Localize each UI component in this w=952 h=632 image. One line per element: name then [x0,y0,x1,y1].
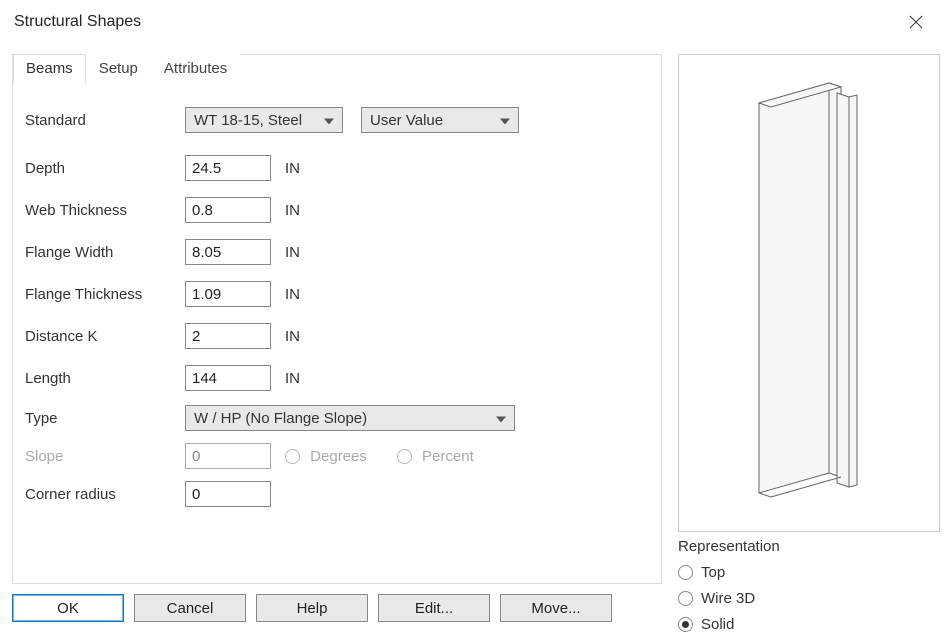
chevron-down-icon [496,410,506,427]
unit-distance-k: IN [285,328,325,345]
unit-length: IN [285,370,325,387]
radio-label-degrees: Degrees [310,448,367,465]
radio-solid[interactable] [678,617,693,632]
slope-unit-radio-group: Degrees Percent [285,448,474,465]
representation-title: Representation [678,538,940,555]
label-depth: Depth [25,160,185,177]
radio-percent [397,449,412,464]
edit-button[interactable]: Edit... [378,594,490,622]
title-bar: Structural Shapes [0,0,952,44]
label-type: Type [25,410,185,427]
preview-box [678,54,940,532]
unit-depth: IN [285,160,325,177]
row-standard: Standard WT 18-15, Steel User Value [25,99,649,141]
row-slope: Slope Degrees Percent [25,437,649,475]
radio-label-percent: Percent [422,448,474,465]
cancel-button[interactable]: Cancel [134,594,246,622]
row-length: Length IN [25,357,649,399]
label-distance-k: Distance K [25,328,185,345]
label-corner-radius: Corner radius [25,486,185,503]
row-depth: Depth IN [25,147,649,189]
label-length: Length [25,370,185,387]
label-slope: Slope [25,448,185,465]
input-distance-k[interactable] [185,323,271,349]
chevron-down-icon [500,112,510,129]
left-panel: Beams Setup Attributes Standard WT 18-15… [12,54,662,584]
row-corner-radius: Corner radius [25,475,649,513]
input-flange-thickness[interactable] [185,281,271,307]
chevron-down-icon [324,112,334,129]
beam-preview-icon [729,73,889,513]
rep-option-solid[interactable]: Solid [678,611,940,632]
radio-label-wire3d: Wire 3D [701,590,755,607]
row-flange-thickness: Flange Thickness IN [25,273,649,315]
row-type: Type W / HP (No Flange Slope) [25,399,649,437]
tab-beams[interactable]: Beams [13,54,86,84]
tab-attributes[interactable]: Attributes [151,54,240,84]
input-slope [185,443,271,469]
label-flange-width: Flange Width [25,244,185,261]
unit-flange-thickness: IN [285,286,325,303]
radio-degrees [285,449,300,464]
select-user-value[interactable]: User Value [361,107,519,133]
row-web-thickness: Web Thickness IN [25,189,649,231]
beams-tab-content: Standard WT 18-15, Steel User Value Dept… [25,99,649,571]
label-web-thickness: Web Thickness [25,202,185,219]
right-panel: Representation Top Wire 3D Solid [678,54,940,626]
rep-option-wire3d[interactable]: Wire 3D [678,585,940,611]
window-title: Structural Shapes [14,13,141,31]
row-flange-width: Flange Width IN [25,231,649,273]
radio-label-solid: Solid [701,616,734,632]
radio-wire3d[interactable] [678,591,693,606]
representation-group: Representation Top Wire 3D Solid [678,538,940,632]
radio-top[interactable] [678,565,693,580]
input-flange-width[interactable] [185,239,271,265]
move-button[interactable]: Move... [500,594,612,622]
radio-label-top: Top [701,564,725,581]
dialog-window: Structural Shapes Beams Setup Attributes… [0,0,952,632]
close-button[interactable] [894,0,938,44]
dialog-body: Beams Setup Attributes Standard WT 18-15… [0,44,952,632]
tab-strip: Beams Setup Attributes [13,53,240,83]
select-type-value: W / HP (No Flange Slope) [194,410,367,427]
rep-option-top[interactable]: Top [678,559,940,585]
row-distance-k: Distance K IN [25,315,649,357]
input-length[interactable] [185,365,271,391]
unit-flange-width: IN [285,244,325,261]
close-icon [909,15,923,29]
select-type[interactable]: W / HP (No Flange Slope) [185,405,515,431]
input-depth[interactable] [185,155,271,181]
tab-setup[interactable]: Setup [86,54,151,84]
select-standard-value: WT 18-15, Steel [194,112,302,129]
input-corner-radius[interactable] [185,481,271,507]
unit-web-thickness: IN [285,202,325,219]
radio-degrees-wrapper: Degrees [285,448,367,465]
button-row: OK Cancel Help Edit... Move... [12,594,612,622]
select-user-value-text: User Value [370,112,443,129]
label-flange-thickness: Flange Thickness [25,286,185,303]
radio-percent-wrapper: Percent [397,448,474,465]
label-standard: Standard [25,112,185,129]
select-standard[interactable]: WT 18-15, Steel [185,107,343,133]
ok-button[interactable]: OK [12,594,124,622]
input-web-thickness[interactable] [185,197,271,223]
help-button[interactable]: Help [256,594,368,622]
